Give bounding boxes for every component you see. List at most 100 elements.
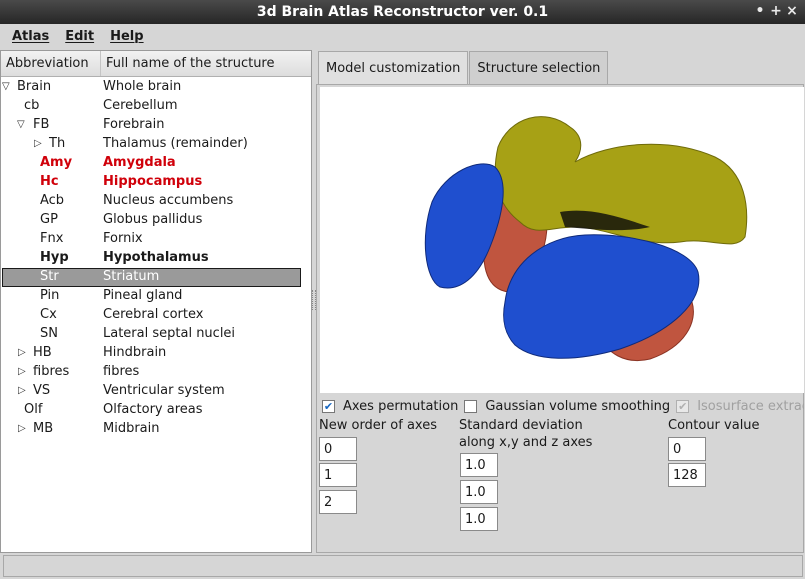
expand-triangle-icon[interactable]: ▷: [34, 138, 42, 149]
window-title: 3d Brain Atlas Reconstructor ver. 0.1: [256, 4, 549, 20]
tree-row-acb[interactable]: Acb Nucleus accumbens: [1, 192, 311, 211]
axes-order-label: New order of axes: [319, 418, 437, 433]
tree-row-th[interactable]: ▷ Th Thalamus (remainder): [1, 135, 311, 154]
row-abbreviation: Hyp: [40, 250, 69, 265]
row-abbreviation: Pin: [40, 288, 60, 303]
contour-value-label: Contour value: [668, 418, 760, 433]
row-full-name: Forebrain: [103, 117, 165, 132]
tree-row-sn[interactable]: SN Lateral septal nuclei: [1, 325, 311, 344]
tree-header: Abbreviation Full name of the structure: [1, 51, 311, 77]
header-full-name[interactable]: Full name of the structure: [101, 56, 275, 71]
maximize-button[interactable]: +: [769, 2, 783, 20]
axes-permutation-checkbox[interactable]: ✔: [322, 399, 335, 413]
row-abbreviation: Cx: [40, 307, 57, 322]
tree-row-fnx[interactable]: Fnx Fornix: [1, 230, 311, 249]
axis-order-spinbox-3[interactable]: 2: [319, 490, 357, 514]
stddev-y-field[interactable]: 1.0: [460, 480, 498, 504]
tree-row-str[interactable]: Str Striatum: [2, 268, 301, 287]
isosurface-checkbox[interactable]: ✔: [676, 399, 690, 413]
collapse-triangle-icon[interactable]: ▽: [2, 81, 10, 92]
status-bar: [3, 555, 803, 577]
menu-atlas[interactable]: Atlas: [4, 27, 57, 46]
row-abbreviation: Str: [40, 269, 59, 284]
close-button[interactable]: ×: [785, 2, 799, 20]
tree-row-fb[interactable]: ▽ FB Forebrain: [1, 116, 311, 135]
gaussian-smoothing-label: Gaussian volume smoothing: [485, 398, 671, 414]
stddev-label-line2: along x,y and z axes: [459, 435, 593, 450]
row-abbreviation: SN: [40, 326, 58, 341]
row-full-name: Midbrain: [103, 421, 160, 436]
row-abbreviation: Fnx: [40, 231, 64, 246]
tree-row-gp[interactable]: GP Globus pallidus: [1, 211, 311, 230]
stddev-x-field[interactable]: 1.0: [460, 453, 498, 477]
tree-row-amy[interactable]: Amy Amygdala: [1, 154, 311, 173]
row-abbreviation: Hc: [40, 174, 59, 189]
row-abbreviation: HB: [33, 345, 52, 360]
row-full-name: Fornix: [103, 231, 143, 246]
stddev-label-line1: Standard deviation: [459, 418, 583, 433]
row-abbreviation: Brain: [17, 79, 52, 94]
row-abbreviation: Amy: [40, 155, 73, 170]
row-full-name: Hindbrain: [103, 345, 167, 360]
gaussian-smoothing-checkbox[interactable]: [464, 399, 478, 413]
row-abbreviation: cb: [24, 98, 40, 113]
expand-triangle-icon[interactable]: ▷: [18, 423, 26, 434]
row-abbreviation: fibres: [33, 364, 70, 379]
tree-row-pin[interactable]: Pin Pineal gland: [1, 287, 311, 306]
tab-structure-selection[interactable]: Structure selection: [469, 51, 609, 84]
tree-row-cx[interactable]: Cx Cerebral cortex: [1, 306, 311, 325]
row-abbreviation: Acb: [40, 193, 65, 208]
tab-model-customization[interactable]: Model customization: [318, 51, 469, 85]
stddev-z-field[interactable]: 1.0: [460, 507, 498, 531]
isosurface-label: Isosurface extrac: [697, 398, 804, 414]
row-full-name: Hippocampus: [103, 174, 203, 189]
tree-row-hb[interactable]: ▷ HB Hindbrain: [1, 344, 311, 363]
expand-triangle-icon[interactable]: ▷: [18, 347, 26, 358]
row-abbreviation: FB: [33, 117, 50, 132]
row-full-name: Pineal gland: [103, 288, 183, 303]
expand-triangle-icon[interactable]: ▷: [18, 385, 26, 396]
row-abbreviation: GP: [40, 212, 58, 227]
3d-model-viewport[interactable]: [320, 87, 804, 393]
collapse-triangle-icon[interactable]: ▽: [17, 119, 25, 130]
title-bar: 3d Brain Atlas Reconstructor ver. 0.1 • …: [0, 0, 805, 24]
row-full-name: Lateral septal nuclei: [103, 326, 236, 341]
axes-permutation-label: Axes permutation: [343, 398, 459, 414]
row-full-name: Cerebellum: [103, 98, 178, 113]
expand-triangle-icon[interactable]: ▷: [18, 366, 26, 377]
row-abbreviation: Th: [49, 136, 66, 151]
minimize-button[interactable]: •: [753, 2, 767, 20]
contour-value-field-2[interactable]: 128: [668, 463, 706, 487]
row-full-name: Ventricular system: [103, 383, 225, 398]
row-abbreviation: MB: [33, 421, 54, 436]
row-full-name: Olfactory areas: [103, 402, 203, 417]
row-full-name: fibres: [103, 364, 140, 379]
tree-row-olf[interactable]: Olf Olfactory areas: [1, 401, 311, 420]
row-abbreviation: Olf: [24, 402, 43, 417]
tree-row-mb[interactable]: ▷ MB Midbrain: [1, 420, 311, 439]
options-row: ✔ Axes permutation Gaussian volume smoot…: [320, 396, 804, 416]
tree-row-hyp[interactable]: Hyp Hypothalamus: [1, 249, 311, 268]
contour-value-field-1[interactable]: 0: [668, 437, 706, 461]
menu-help[interactable]: Help: [102, 27, 151, 46]
tab-bar: Model customization Structure selection: [318, 51, 609, 85]
row-full-name: Striatum: [103, 269, 160, 284]
tree-row-brain[interactable]: ▽ Brain Whole brain: [1, 78, 311, 97]
row-full-name: Amygdala: [103, 155, 176, 170]
tree-row-vs[interactable]: ▷ VS Ventricular system: [1, 382, 311, 401]
axis-order-spinbox-1[interactable]: 0: [319, 437, 357, 461]
tree-row-cb[interactable]: cb Cerebellum: [1, 97, 311, 116]
row-full-name: Whole brain: [103, 79, 182, 94]
row-full-name: Thalamus (remainder): [103, 136, 248, 151]
row-full-name: Globus pallidus: [103, 212, 203, 227]
structure-tree[interactable]: Abbreviation Full name of the structure …: [0, 50, 312, 553]
row-full-name: Hypothalamus: [103, 250, 209, 265]
brain-model-render: [424, 116, 748, 361]
menu-bar: Atlas Edit Help: [0, 24, 805, 48]
row-full-name: Nucleus accumbens: [103, 193, 234, 208]
tree-row-hc[interactable]: Hc Hippocampus: [1, 173, 311, 192]
header-abbreviation[interactable]: Abbreviation: [1, 51, 101, 76]
axis-order-spinbox-2[interactable]: 1: [319, 463, 357, 487]
tree-row-fibres[interactable]: ▷ fibres fibres: [1, 363, 311, 382]
menu-edit[interactable]: Edit: [57, 27, 102, 46]
